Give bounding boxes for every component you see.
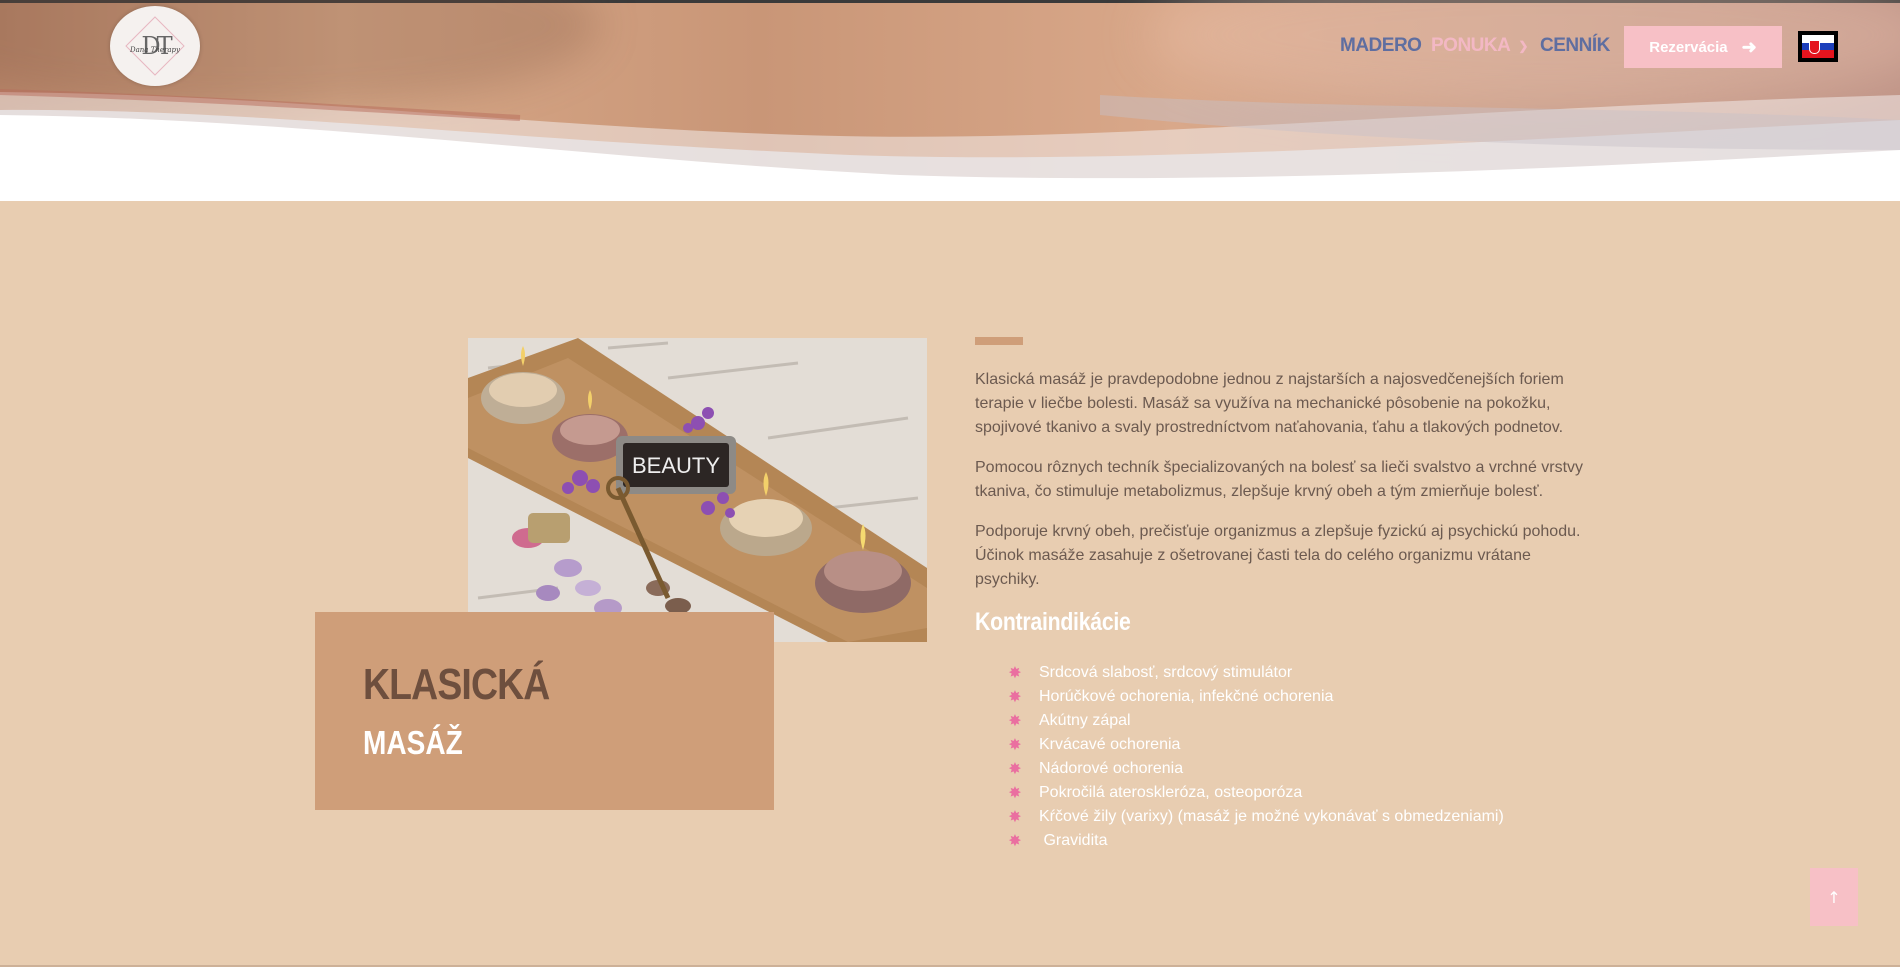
pinwheel-icon: ✸ [1008,833,1022,850]
spa-candles-photo: BEAUTY [468,338,927,642]
list-item: ✸ Kŕčové žily (varixy) (masáž je možné vy… [1005,805,1504,829]
pinwheel-icon: ✸ [1008,689,1022,706]
nav-item-madero[interactable]: MADERO [1340,32,1422,60]
list-item: ✸ Akútny zápal [1005,709,1504,733]
arrow-up-icon: ↑ [1827,887,1841,907]
pinwheel-icon: ✸ [1008,713,1022,730]
description-paragraph-3: Podporuje krvný obeh, prečisťuje organiz… [975,523,1581,588]
list-item: ✸ Srdcová slabosť, srdcový stimulátor [1005,661,1504,685]
pinwheel-icon: ✸ [1008,785,1022,802]
beauty-sign-text: BEAUTY [632,453,720,478]
list-item: ✸ Pokročilá ateroskleróza, osteoporóza [1005,781,1504,805]
list-item: ✸ Krvácavé ochorenia [1005,733,1504,757]
list-item: ✸ Gravidita [1005,829,1504,853]
hero-banner: DT Dana Therapy MADERO PONUKA ❯ CENNÍK R… [0,0,1900,201]
page-subtitle: MASÁŽ [363,724,463,761]
contraindications-list: ✸ Srdcová slabosť, srdcový stimulátor ✸ Ho… [1005,661,1504,853]
pinwheel-icon: ✸ [1008,809,1022,826]
site-logo[interactable]: DT Dana Therapy [110,6,200,86]
nav-item-ponuka-label: PONUKA [1431,35,1511,56]
nav-item-cennik[interactable]: CENNÍK [1540,32,1610,60]
arrow-right-icon: ➜ [1741,36,1757,57]
description-paragraph-2: Pomocou rôznych techník špecializovaných… [975,459,1584,500]
chevron-down-icon: ❯ [1518,39,1528,53]
pinwheel-icon: ✸ [1008,665,1022,682]
description-paragraph-1: Klasická masáž je pravdepodobne jednou z… [975,371,1564,436]
list-item: ✸ Horúčkové ochorenia, infekčné ochorenia [1005,685,1504,709]
pinwheel-icon: ✸ [1008,761,1022,778]
accent-divider [975,337,1023,345]
nav-item-ponuka[interactable]: PONUKA ❯ [1431,32,1528,60]
reservation-button[interactable]: Rezervácia ➜ [1624,26,1782,68]
logo-script: Dana Therapy [130,46,180,54]
service-title-card: KLASICKÁ MASÁŽ [315,612,774,810]
pinwheel-icon: ✸ [1008,737,1022,754]
slovak-flag-icon[interactable] [1798,31,1838,62]
scroll-to-top-button[interactable]: ↑ [1810,868,1858,926]
list-item: ✸ Nádorové ochorenia [1005,757,1504,781]
reservation-button-label: Rezervácia [1649,38,1728,56]
page-title: KLASICKÁ [363,660,550,709]
hero-wave [0,89,1900,201]
contraindications-heading: Kontraindikácie [975,608,1131,636]
